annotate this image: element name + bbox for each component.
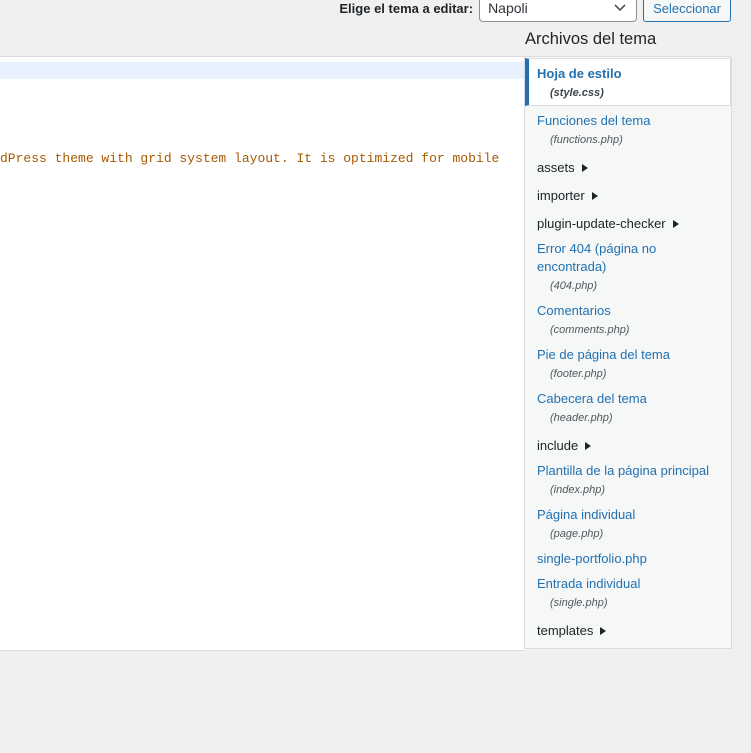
- theme-files-title: Archivos del tema: [525, 30, 657, 48]
- folder-item-assets[interactable]: assets: [525, 159, 731, 177]
- file-item-single-portfolio[interactable]: single-portfolio.php: [525, 550, 731, 568]
- theme-select-value: Napoli: [488, 0, 528, 16]
- file-item-style-css[interactable]: Hoja de estilo (style.css): [525, 58, 731, 106]
- theme-select-dropdown[interactable]: Napoli: [479, 0, 638, 22]
- caret-right-icon: [581, 164, 588, 172]
- caret-right-icon: [591, 192, 598, 200]
- file-item-header[interactable]: Cabecera del tema (header.php): [525, 390, 731, 426]
- file-name: (404.php): [550, 280, 598, 292]
- editor-active-line: [0, 62, 524, 79]
- folder-item-plugin-update-checker[interactable]: plugin-update-checker: [525, 215, 731, 233]
- code-editor[interactable]: dPress theme with grid system layout. It…: [0, 56, 524, 651]
- file-name: (functions.php): [550, 134, 623, 146]
- file-item-404[interactable]: Error 404 (página no encontrada) (404.ph…: [525, 240, 731, 294]
- folder-item-templates[interactable]: templates: [525, 622, 731, 640]
- caret-right-icon: [672, 220, 679, 228]
- file-link[interactable]: single-portfolio.php: [537, 550, 719, 568]
- file-name: (style.css): [550, 87, 604, 99]
- file-link[interactable]: Hoja de estilo: [537, 65, 718, 83]
- file-link[interactable]: Página individual: [537, 506, 719, 524]
- file-item-page[interactable]: Página individual (page.php): [525, 506, 731, 542]
- file-item-footer[interactable]: Pie de página del tema (footer.php): [525, 346, 731, 382]
- chevron-down-icon: [612, 0, 628, 16]
- file-item-functions[interactable]: Funciones del tema (functions.php): [525, 112, 731, 148]
- folder-label: assets: [537, 160, 575, 175]
- folder-label: include: [537, 438, 579, 453]
- file-link[interactable]: Comentarios: [537, 302, 719, 320]
- theme-selector-row: Elige el tema a editar: Napoli Seleccion…: [339, 0, 731, 24]
- editor-line: dPress theme with grid system layout. It…: [0, 151, 500, 166]
- file-link[interactable]: Entrada individual: [537, 575, 719, 593]
- folder-label: templates: [537, 623, 594, 638]
- file-name: (comments.php): [550, 324, 630, 336]
- file-name: (footer.php): [550, 368, 607, 380]
- file-link[interactable]: Error 404 (página no encontrada): [537, 240, 719, 276]
- file-item-index[interactable]: Plantilla de la página principal (index.…: [525, 462, 731, 498]
- theme-select-label: Elige el tema a editar:: [339, 0, 474, 16]
- file-item-single[interactable]: Entrada individual (single.php): [525, 575, 731, 611]
- file-link[interactable]: Plantilla de la página principal: [537, 462, 719, 480]
- select-theme-button[interactable]: Seleccionar: [643, 0, 731, 22]
- file-name: (page.php): [550, 528, 604, 540]
- file-name: (index.php): [550, 484, 606, 496]
- folder-item-importer[interactable]: importer: [525, 187, 731, 205]
- file-link[interactable]: Funciones del tema: [537, 112, 719, 130]
- folder-label: plugin-update-checker: [537, 216, 666, 231]
- folder-label: importer: [537, 188, 585, 203]
- file-link[interactable]: Cabecera del tema: [537, 390, 719, 408]
- file-item-comments[interactable]: Comentarios (comments.php): [525, 302, 731, 338]
- folder-item-include[interactable]: include: [525, 437, 731, 455]
- file-name: (header.php): [550, 412, 613, 424]
- file-link[interactable]: Pie de página del tema: [537, 346, 719, 364]
- caret-right-icon: [585, 442, 592, 450]
- file-name: (single.php): [550, 597, 608, 609]
- caret-right-icon: [600, 627, 607, 635]
- theme-files-panel: Hoja de estilo (style.css) Funciones del…: [524, 56, 732, 649]
